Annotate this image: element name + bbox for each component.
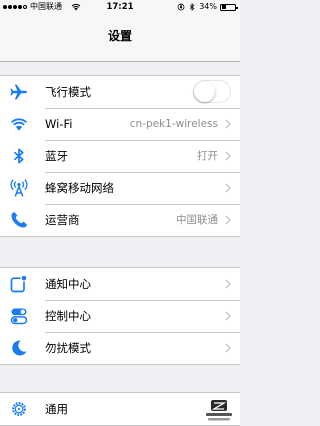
bluetooth-status-icon — [189, 3, 195, 11]
navigation-bar: 设置 — [0, 14, 240, 62]
chevron-right-icon — [225, 343, 231, 353]
zol-watermark-icon — [202, 398, 236, 424]
airplane-icon — [10, 84, 27, 100]
notification-center-icon — [10, 274, 28, 293]
settings-row-value: 打开 — [197, 150, 218, 162]
settings-row-wifi[interactable]: Wi-Fi cn-pek1-wireless — [0, 108, 240, 140]
chevron-right-icon — [225, 183, 231, 193]
chevron-right-icon — [225, 119, 231, 129]
cellular-icon — [10, 179, 28, 197]
gear-icon — [12, 402, 26, 416]
chevron-right-icon — [225, 151, 231, 161]
settings-row-label: Wi-Fi — [45, 117, 73, 131]
battery-percent: 34% — [199, 2, 217, 11]
orientation-lock-icon — [177, 3, 185, 11]
airplane-mode-toggle[interactable] — [193, 80, 231, 103]
settings-row-bluetooth[interactable]: 蓝牙 打开 — [0, 140, 240, 172]
phone-icon — [11, 212, 27, 228]
settings-row-label: 勿扰模式 — [45, 341, 91, 355]
battery-level — [221, 5, 227, 9]
bluetooth-icon — [13, 148, 24, 164]
settings-row-label: 蜂窝移动网络 — [45, 181, 114, 195]
settings-row-value: 中国联通 — [176, 214, 218, 226]
settings-row-value: cn-pek1-wireless — [129, 118, 218, 130]
settings-row-do-not-disturb[interactable]: 勿扰模式 — [0, 332, 240, 364]
chevron-right-icon — [225, 311, 231, 321]
wifi-icon — [11, 118, 27, 131]
status-bar: 中国联通 17:21 34% — [0, 0, 240, 14]
chevron-right-icon — [225, 279, 231, 289]
settings-group-notifications: 通知中心 控制中心 勿扰模式 — [0, 267, 240, 365]
chevron-right-icon — [225, 215, 231, 225]
moon-icon — [12, 340, 27, 356]
settings-row-control-center[interactable]: 控制中心 — [0, 300, 240, 332]
settings-row-label: 通知中心 — [45, 277, 91, 291]
settings-row-label: 通用 — [45, 402, 68, 416]
settings-row-label: 蓝牙 — [45, 149, 68, 163]
toggle-knob — [194, 81, 215, 102]
page-title: 设置 — [107, 29, 132, 43]
settings-row-notification-center[interactable]: 通知中心 — [0, 268, 240, 300]
settings-row-carrier[interactable]: 运营商 中国联通 — [0, 204, 240, 236]
settings-row-cellular[interactable]: 蜂窝移动网络 — [0, 172, 240, 204]
settings-row-label: 运营商 — [45, 213, 80, 227]
control-center-icon — [10, 308, 28, 325]
settings-row-label: 飞行模式 — [45, 85, 91, 99]
settings-row-airplane-mode: 飞行模式 — [0, 76, 240, 108]
settings-row-label: 控制中心 — [45, 309, 91, 323]
battery-icon — [220, 3, 238, 11]
settings-group-connectivity: 飞行模式 Wi-Fi cn-pek1-wireless 蓝牙 打开 蜂窝移动网络 — [0, 75, 240, 237]
